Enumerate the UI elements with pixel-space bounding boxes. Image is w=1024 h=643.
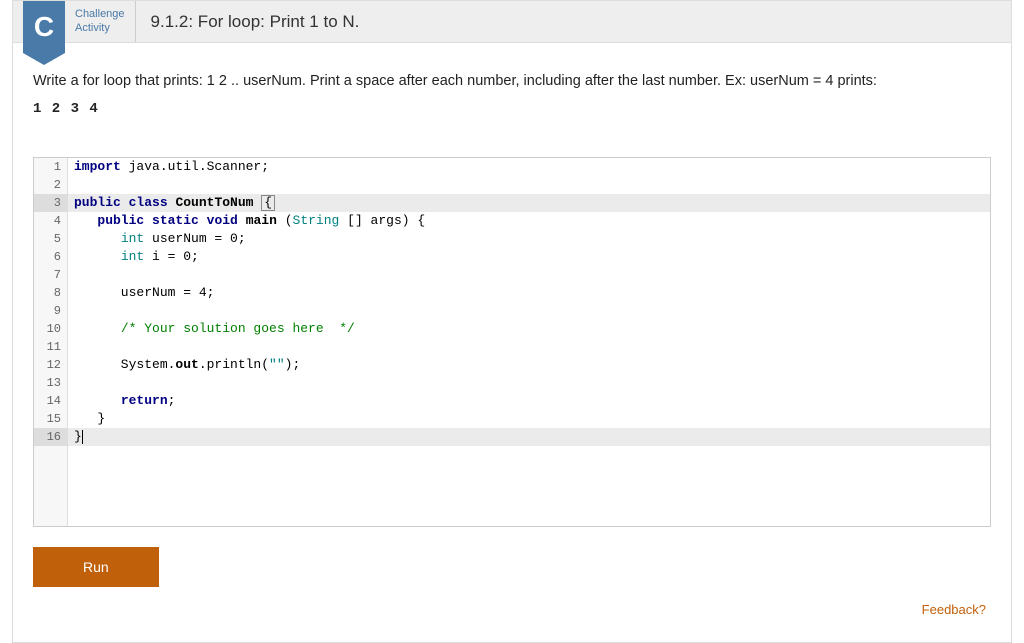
- badge-label-2: Activity: [75, 22, 125, 35]
- code-line: 7: [34, 266, 990, 284]
- code-line: 6 int i = 0;: [34, 248, 990, 266]
- code-line: 4 public static void main (String [] arg…: [34, 212, 990, 230]
- feedback-link[interactable]: Feedback?: [13, 587, 1011, 617]
- code-line: 11: [34, 338, 990, 356]
- challenge-badge: C: [23, 1, 65, 53]
- instructions-text: Write a for loop that prints: 1 2 .. use…: [33, 73, 991, 89]
- content-area: Write a for loop that prints: 1 2 .. use…: [13, 43, 1011, 157]
- badge-labels: Challenge Activity: [65, 1, 136, 42]
- code-line: 12 System.out.println("");: [34, 356, 990, 374]
- activity-title: 9.1.2: For loop: Print 1 to N.: [136, 1, 360, 42]
- code-line: 9: [34, 302, 990, 320]
- editor-padding: [34, 446, 990, 526]
- badge-label-1: Challenge: [75, 8, 125, 21]
- code-line: 16}: [34, 428, 990, 446]
- example-output: 1 2 3 4: [33, 101, 991, 117]
- code-line: 2: [34, 176, 990, 194]
- code-line: 15 }: [34, 410, 990, 428]
- header-bar: C Challenge Activity 9.1.2: For loop: Pr…: [13, 1, 1011, 43]
- code-line: 14 return;: [34, 392, 990, 410]
- code-line: 1import java.util.Scanner;: [34, 158, 990, 176]
- code-editor[interactable]: 1import java.util.Scanner; 2 3public cla…: [33, 157, 991, 527]
- run-button[interactable]: Run: [33, 547, 159, 587]
- code-line: 13: [34, 374, 990, 392]
- code-line: 8 userNum = 4;: [34, 284, 990, 302]
- code-line: 5 int userNum = 0;: [34, 230, 990, 248]
- code-line: 3public class CountToNum {: [34, 194, 990, 212]
- badge-letter: C: [34, 11, 54, 43]
- activity-container: C Challenge Activity 9.1.2: For loop: Pr…: [12, 0, 1012, 643]
- code-line: 10 /* Your solution goes here */: [34, 320, 990, 338]
